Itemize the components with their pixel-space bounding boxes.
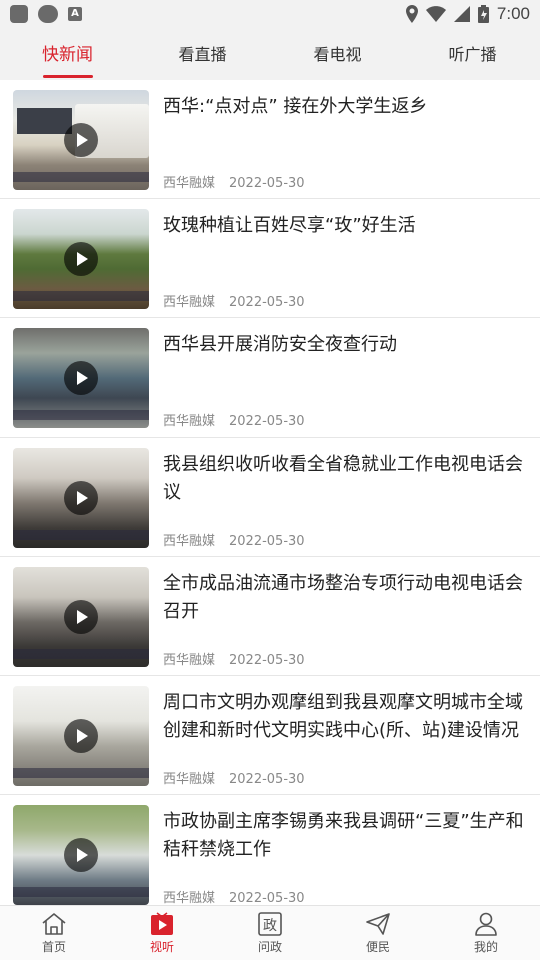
status-bar-notifications: A <box>10 5 82 23</box>
news-meta: 西华融媒 2022-05-30 <box>163 768 305 787</box>
video-thumbnail[interactable] <box>13 805 149 905</box>
nav-bianmin[interactable]: 便民 <box>324 906 432 960</box>
news-item[interactable]: 我县组织收听收看全省稳就业工作电视电话会议 西华融媒 2022-05-30 <box>0 438 540 557</box>
news-source: 西华融媒 <box>163 891 216 905</box>
video-thumbnail[interactable] <box>13 90 149 190</box>
loop-notification-icon <box>38 5 58 23</box>
video-thumbnail[interactable] <box>13 209 149 310</box>
nav-label: 问政 <box>257 940 282 954</box>
news-date: 2022-05-30 <box>229 891 305 905</box>
signal-icon <box>453 6 470 22</box>
news-date: 2022-05-30 <box>229 414 305 430</box>
news-source: 西华融媒 <box>163 295 216 311</box>
wenzheng-icon: 政 <box>258 912 282 936</box>
news-meta: 西华融媒 2022-05-30 <box>163 172 305 191</box>
news-title[interactable]: 周口市文明办观摩组到我县观摩文明城市全域创建和新时代文明实践中心(所、站)建设情… <box>163 689 528 745</box>
svg-text:政: 政 <box>263 918 277 934</box>
news-date: 2022-05-30 <box>229 295 305 311</box>
news-meta: 西华融媒 2022-05-30 <box>163 530 305 549</box>
news-item[interactable]: 市政协副主席李锡勇来我县调研“三夏”生产和秸秆禁烧工作 西华融媒 2022-05-… <box>0 795 540 905</box>
video-thumbnail[interactable] <box>13 447 149 548</box>
send-icon <box>366 913 390 935</box>
news-title[interactable]: 市政协副主席李锡勇来我县调研“三夏”生产和秸秆禁烧工作 <box>163 808 528 864</box>
news-title[interactable]: 西华:“点对点” 接在外大学生返乡 <box>163 93 528 121</box>
home-icon <box>42 913 66 935</box>
news-meta: 西华融媒 2022-05-30 <box>163 410 305 429</box>
nav-home[interactable]: 首页 <box>0 906 108 960</box>
video-thumbnail[interactable] <box>13 566 149 667</box>
news-date: 2022-05-30 <box>229 771 305 787</box>
news-item[interactable]: 周口市文明办观摩组到我县观摩文明城市全域创建和新时代文明实践中心(所、站)建设情… <box>0 676 540 796</box>
news-item[interactable]: 西华:“点对点” 接在外大学生返乡 西华融媒 2022-05-30 <box>0 80 540 200</box>
a-badge-icon: A <box>68 7 82 21</box>
nav-mine[interactable]: 我的 <box>432 906 540 960</box>
tab-radio[interactable]: 听广播 <box>405 30 540 80</box>
video-thumbnail[interactable] <box>13 685 149 786</box>
status-bar-system: 7:00 <box>405 4 530 24</box>
nav-wenzheng[interactable]: 政 问政 <box>216 906 324 960</box>
news-source: 西华融媒 <box>163 176 216 191</box>
battery-icon <box>477 5 489 23</box>
play-icon[interactable] <box>64 718 98 753</box>
play-tv-icon <box>151 912 173 935</box>
tab-live[interactable]: 看直播 <box>135 30 270 80</box>
news-item[interactable]: 玫瑰种植让百姓尽享“玫”好生活 西华融媒 2022-05-30 <box>0 199 540 319</box>
play-icon[interactable] <box>64 599 98 634</box>
news-item[interactable]: 全市成品油流通市场整治专项行动电视电话会召开 西华融媒 2022-05-30 <box>0 557 540 676</box>
play-icon[interactable] <box>64 838 98 873</box>
news-list: 西华:“点对点” 接在外大学生返乡 西华融媒 2022-05-30 玫瑰种植让百姓… <box>0 80 540 905</box>
news-date: 2022-05-30 <box>229 652 305 668</box>
user-icon <box>475 912 497 936</box>
clock: 7:00 <box>496 4 530 23</box>
status-bar: A 7:00 <box>0 0 540 30</box>
news-source: 西华融媒 <box>163 652 216 668</box>
nav-label: 首页 <box>41 940 66 954</box>
video-thumbnail[interactable] <box>13 328 149 429</box>
tab-kuai-news[interactable]: 快新闻 <box>0 30 135 80</box>
bottom-nav: 首页 视听 政 问政 便民 我的 <box>0 905 540 960</box>
news-meta: 西华融媒 2022-05-30 <box>163 887 305 905</box>
app-notification-icon <box>10 5 28 23</box>
news-title[interactable]: 全市成品油流通市场整治专项行动电视电话会召开 <box>163 570 528 626</box>
news-title[interactable]: 我县组织收听收看全省稳就业工作电视电话会议 <box>163 451 528 507</box>
news-date: 2022-05-30 <box>229 176 305 191</box>
top-tab-bar: 快新闻 看直播 看电视 听广播 <box>0 30 540 80</box>
news-date: 2022-05-30 <box>229 533 305 549</box>
news-source: 西华融媒 <box>163 533 216 549</box>
news-title[interactable]: 西华县开展消防安全夜查行动 <box>163 331 528 359</box>
play-icon[interactable] <box>64 480 98 515</box>
play-icon[interactable] <box>64 123 98 157</box>
news-item[interactable]: 西华县开展消防安全夜查行动 西华融媒 2022-05-30 <box>0 318 540 438</box>
news-source: 西华融媒 <box>163 771 216 787</box>
tab-tv[interactable]: 看电视 <box>270 30 405 80</box>
nav-label: 便民 <box>365 940 390 954</box>
news-title[interactable]: 玫瑰种植让百姓尽享“玫”好生活 <box>163 212 528 240</box>
news-meta: 西华融媒 2022-05-30 <box>163 649 305 668</box>
nav-shiting[interactable]: 视听 <box>108 906 216 960</box>
nav-label: 视听 <box>149 940 174 954</box>
wifi-icon <box>425 6 446 22</box>
nav-label: 我的 <box>473 940 498 954</box>
play-icon[interactable] <box>64 242 98 277</box>
news-meta: 西华融媒 2022-05-30 <box>163 291 305 310</box>
news-source: 西华融媒 <box>163 414 216 430</box>
location-icon <box>405 5 418 23</box>
